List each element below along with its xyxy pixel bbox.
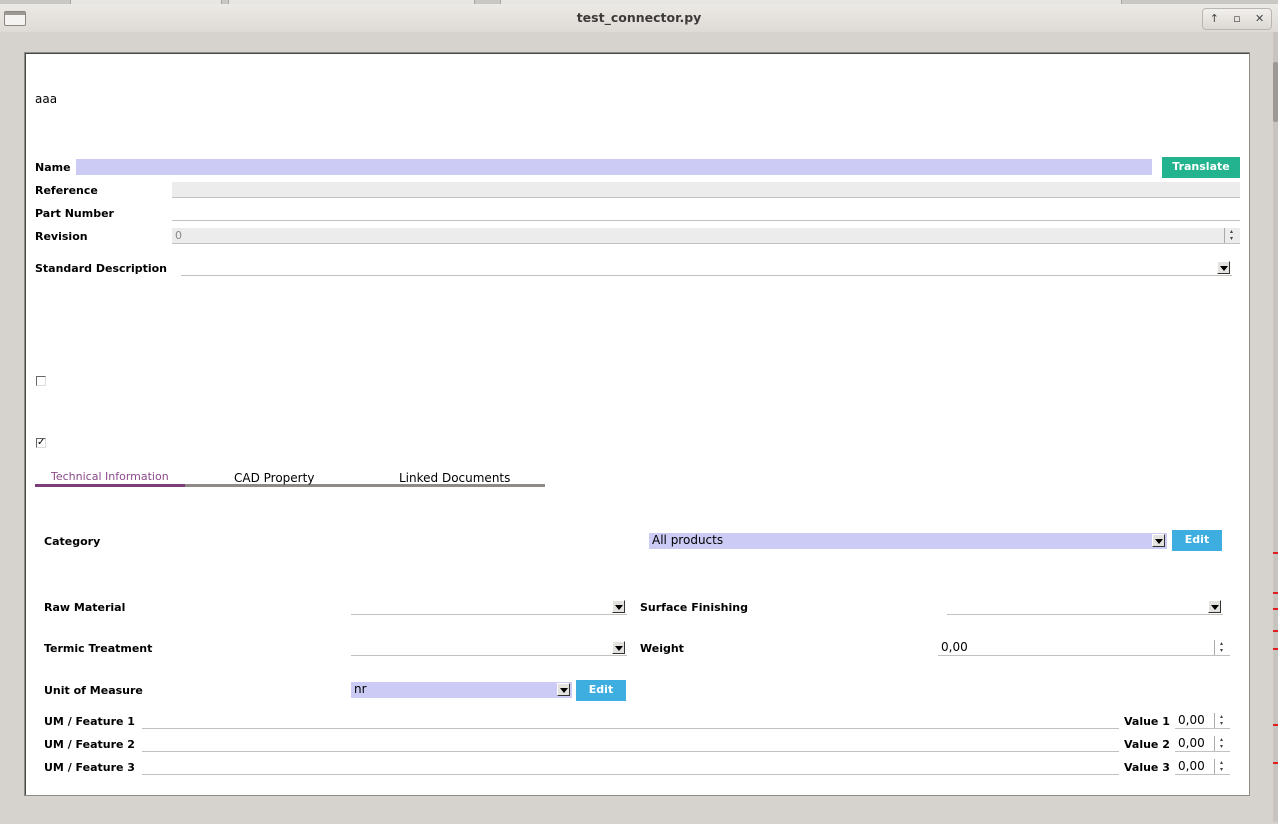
background-error-marks xyxy=(1272,540,1278,770)
value-2-spinbox[interactable]: 0,00 ▴ ▾ xyxy=(1175,736,1230,752)
feature-3-label: UM / Feature 3 xyxy=(44,761,135,774)
window-titlebar[interactable]: test_connector.py ↑ ▫ ✕ xyxy=(0,4,1278,32)
weight-spin-arrows-icon[interactable]: ▴ ▾ xyxy=(1214,640,1228,655)
feature-1-input[interactable] xyxy=(142,713,1119,729)
tab-linked-documents[interactable]: Linked Documents xyxy=(399,471,510,485)
revision-spinbox[interactable]: 0 ▴ ▾ xyxy=(172,228,1240,244)
active-tab-indicator xyxy=(35,484,185,487)
revision-spin-arrows-icon[interactable]: ▴ ▾ xyxy=(1224,228,1238,243)
value-3-spin-arrows-icon[interactable]: ▴ ▾ xyxy=(1214,759,1228,774)
chevron-down-icon[interactable] xyxy=(1208,600,1221,613)
termic-treatment-select[interactable] xyxy=(351,640,627,656)
tab-technical-information[interactable]: Technical Information xyxy=(51,470,169,483)
part-number-input[interactable] xyxy=(172,205,1240,221)
value-2-label: Value 2 xyxy=(1124,738,1170,751)
category-label: Category xyxy=(44,535,101,548)
chevron-down-icon[interactable] xyxy=(557,683,570,696)
raw-material-select[interactable] xyxy=(351,599,627,615)
chevron-down-icon[interactable] xyxy=(1217,261,1230,274)
weight-spinbox[interactable]: 0,00 ▴ ▾ xyxy=(938,640,1230,656)
name-input[interactable] xyxy=(76,159,1152,175)
window-controls: ↑ ▫ ✕ xyxy=(1202,8,1272,30)
chevron-down-icon[interactable] xyxy=(612,600,625,613)
unit-of-measure-edit-button[interactable]: Edit xyxy=(576,680,626,701)
unit-of-measure-select[interactable]: nr xyxy=(351,682,572,698)
revision-label: Revision xyxy=(35,230,88,243)
form-panel: aaa Name Translate Reference Part Number… xyxy=(24,52,1250,796)
value-1-label: Value 1 xyxy=(1124,715,1170,728)
standard-description-label: Standard Description xyxy=(35,262,168,275)
surface-finishing-label: Surface Finishing xyxy=(640,601,748,614)
checkbox-2[interactable]: ✓ xyxy=(36,438,46,448)
termic-treatment-label: Termic Treatment xyxy=(44,642,153,655)
chevron-down-icon[interactable] xyxy=(1152,534,1165,547)
name-label: Name xyxy=(35,161,71,174)
part-number-label: Part Number xyxy=(35,207,114,220)
reference-field xyxy=(172,182,1240,198)
reference-label: Reference xyxy=(35,184,98,197)
value-2-spin-arrows-icon[interactable]: ▴ ▾ xyxy=(1214,736,1228,751)
chevron-down-icon[interactable] xyxy=(612,641,625,654)
feature-2-label: UM / Feature 2 xyxy=(44,738,135,751)
value-3-label: Value 3 xyxy=(1124,761,1170,774)
category-edit-button[interactable]: Edit xyxy=(1172,530,1222,551)
feature-2-input[interactable] xyxy=(142,736,1119,752)
category-select[interactable]: All products xyxy=(649,533,1167,549)
checkbox-1[interactable] xyxy=(36,376,46,386)
raw-material-label: Raw Material xyxy=(44,601,126,614)
translate-button[interactable]: Translate xyxy=(1162,157,1240,178)
value-3-spinbox[interactable]: 0,00 ▴ ▾ xyxy=(1175,759,1230,775)
feature-3-input[interactable] xyxy=(142,759,1119,775)
weight-label: Weight xyxy=(640,642,684,655)
standard-description-select[interactable] xyxy=(181,260,1232,276)
window-close-icon[interactable]: ✕ xyxy=(1250,10,1270,28)
window-maximize-icon[interactable]: ▫ xyxy=(1227,10,1247,28)
value-1-spin-arrows-icon[interactable]: ▴ ▾ xyxy=(1214,713,1228,728)
window-shade-icon[interactable]: ↑ xyxy=(1204,10,1224,28)
window-title: test_connector.py xyxy=(576,10,702,25)
header-text: aaa xyxy=(35,92,58,106)
surface-finishing-select[interactable] xyxy=(947,599,1223,615)
unit-of-measure-label: Unit of Measure xyxy=(44,684,143,697)
feature-1-label: UM / Feature 1 xyxy=(44,715,135,728)
tab-cad-property[interactable]: CAD Property xyxy=(234,471,314,485)
value-1-spinbox[interactable]: 0,00 ▴ ▾ xyxy=(1175,713,1230,729)
